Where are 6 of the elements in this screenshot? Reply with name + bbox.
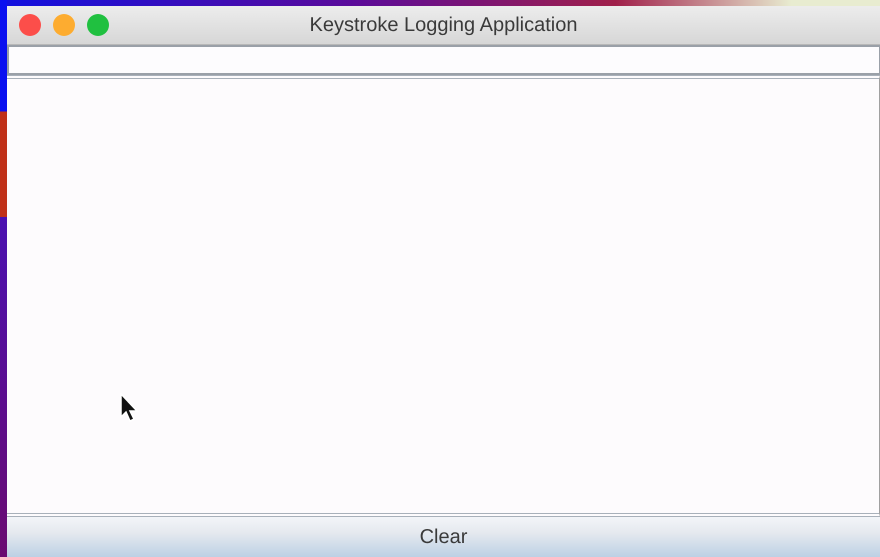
minimize-button[interactable] xyxy=(53,14,75,36)
clear-button[interactable]: Clear xyxy=(7,517,880,557)
window-title: Keystroke Logging Application xyxy=(310,14,578,36)
maximize-button[interactable] xyxy=(87,14,109,36)
input-field[interactable] xyxy=(7,45,880,75)
close-button[interactable] xyxy=(19,14,41,36)
